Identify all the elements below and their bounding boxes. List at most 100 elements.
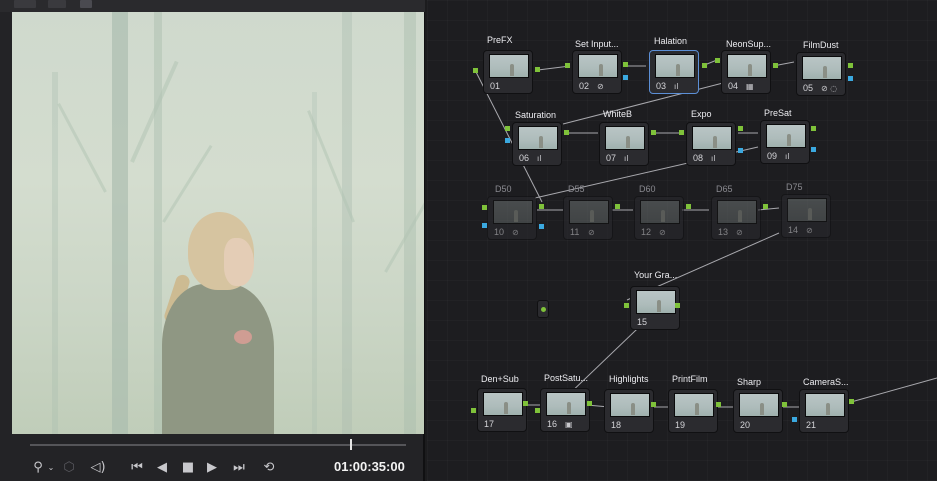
node-21[interactable]: 21 xyxy=(799,389,849,433)
loop-icon[interactable]: ⟲ xyxy=(260,457,278,477)
node-16[interactable]: 16 ▣ xyxy=(540,388,590,432)
node-17[interactable]: 17 xyxy=(477,388,527,432)
input-port[interactable] xyxy=(471,408,476,413)
node-label: CameraS... xyxy=(803,377,849,387)
alpha-output-port[interactable] xyxy=(738,148,743,153)
key-icon: ▣ xyxy=(565,420,573,429)
node-12[interactable]: 12 ⊘ xyxy=(634,196,684,240)
playhead[interactable] xyxy=(349,439,352,450)
node-13[interactable]: 13 ⊘ xyxy=(711,196,761,240)
viewer-toolbar xyxy=(0,0,425,12)
person-hand xyxy=(234,330,252,344)
output-port[interactable] xyxy=(651,402,656,407)
stop-icon[interactable]: ■ xyxy=(180,457,196,477)
node-14[interactable]: 14 ⊘ xyxy=(781,194,831,238)
node-06[interactable]: 06 ıl xyxy=(512,122,562,166)
node-11[interactable]: 11 ⊘ xyxy=(563,196,613,240)
output-port[interactable] xyxy=(615,204,620,209)
output-port[interactable] xyxy=(686,204,691,209)
node-number: 01 xyxy=(490,81,501,91)
node-label: Set Input... xyxy=(575,39,619,49)
alpha-input-port[interactable] xyxy=(505,138,510,143)
alpha-input-port[interactable] xyxy=(792,417,797,422)
node-19[interactable]: 19 xyxy=(668,389,718,433)
node-05[interactable]: 05 ⊘ ◌ xyxy=(796,52,846,96)
node-thumbnail xyxy=(546,392,586,416)
output-port[interactable] xyxy=(564,130,569,135)
node-number: 02 xyxy=(579,81,590,91)
node-graph[interactable]: PreFX 01 Set Input... 02 ⊘ Halation 03 ı… xyxy=(427,0,937,481)
output-port[interactable] xyxy=(782,402,787,407)
grid-icon: ▦ xyxy=(746,82,754,91)
node-15[interactable]: 15 xyxy=(630,286,680,330)
output-port[interactable] xyxy=(675,303,680,308)
output-port[interactable] xyxy=(848,63,853,68)
node-04[interactable]: 04 ▦ xyxy=(721,50,771,94)
output-port[interactable] xyxy=(811,126,816,131)
node-thumbnail xyxy=(717,200,757,224)
junction-port[interactable] xyxy=(541,307,546,312)
viewer-image[interactable] xyxy=(12,12,424,434)
node-label: PreSat xyxy=(764,108,792,118)
junction-node[interactable] xyxy=(537,300,549,318)
node-07[interactable]: 07 ıl xyxy=(599,122,649,166)
node-thumbnail xyxy=(655,54,695,78)
alpha-output-port[interactable] xyxy=(539,224,544,229)
output-port[interactable] xyxy=(773,63,778,68)
output-port[interactable] xyxy=(651,130,656,135)
input-port[interactable] xyxy=(679,130,684,135)
disable-icon: ⊘ xyxy=(588,228,595,237)
play-icon[interactable]: ▶ xyxy=(204,457,220,477)
tree-trunk xyxy=(154,12,162,434)
speaker-icon[interactable]: ◁) xyxy=(90,457,106,477)
alpha-output-port[interactable] xyxy=(811,147,816,152)
node-label: WhiteB xyxy=(603,109,633,119)
skip-back-icon[interactable]: ⏮ xyxy=(128,457,146,477)
node-03[interactable]: 03 ıl xyxy=(649,50,699,94)
skip-forward-icon[interactable]: ⏭ xyxy=(230,457,248,477)
node-thumbnail xyxy=(692,126,732,150)
node-02[interactable]: 02 ⊘ xyxy=(572,50,622,94)
magic-wand-icon[interactable] xyxy=(80,0,92,8)
node-10[interactable]: 10 ⊘ xyxy=(487,196,537,240)
node-number: 21 xyxy=(806,420,817,430)
node-thumbnail xyxy=(739,393,779,417)
output-port[interactable] xyxy=(738,126,743,131)
node-number: 16 xyxy=(547,419,558,429)
node-18[interactable]: 18 xyxy=(604,389,654,433)
node-thumbnail xyxy=(493,200,533,224)
output-port[interactable] xyxy=(716,402,721,407)
input-port[interactable] xyxy=(505,126,510,131)
output-port[interactable] xyxy=(623,62,628,67)
output-port[interactable] xyxy=(702,63,707,68)
output-port[interactable] xyxy=(539,204,544,209)
graph-input-port[interactable] xyxy=(473,68,478,73)
image-wipe-button[interactable] xyxy=(48,0,66,8)
person-face xyxy=(224,238,254,286)
alpha-output-port[interactable] xyxy=(623,75,628,80)
node-09[interactable]: 09 ıl xyxy=(760,120,810,164)
node-label: Halation xyxy=(654,36,688,46)
output-port[interactable] xyxy=(849,399,854,404)
node-08[interactable]: 08 ıl xyxy=(686,122,736,166)
eyedropper-icon[interactable]: ⚲ xyxy=(30,457,46,477)
output-port[interactable] xyxy=(523,401,528,406)
node-20[interactable]: 20 xyxy=(733,389,783,433)
eyedropper-dropdown-icon[interactable]: ⌄ xyxy=(46,457,56,477)
viewer-mode-button[interactable] xyxy=(14,0,36,8)
output-port[interactable] xyxy=(763,204,768,209)
node-01[interactable]: 01 xyxy=(483,50,533,94)
node-label: PrintFilm xyxy=(672,374,708,384)
node-thumbnail xyxy=(787,198,827,222)
output-port[interactable] xyxy=(587,401,592,406)
node-label: NeonSup... xyxy=(726,39,772,49)
input-port[interactable] xyxy=(565,63,570,68)
node-thumbnail xyxy=(674,393,714,417)
node-number: 18 xyxy=(611,420,622,430)
input-port[interactable] xyxy=(624,303,629,308)
rewind-icon[interactable]: ◀ xyxy=(154,457,170,477)
node-number: 12 xyxy=(641,227,652,237)
alpha-output-port[interactable] xyxy=(848,76,853,81)
input-port[interactable] xyxy=(715,58,720,63)
output-port[interactable] xyxy=(535,67,540,72)
